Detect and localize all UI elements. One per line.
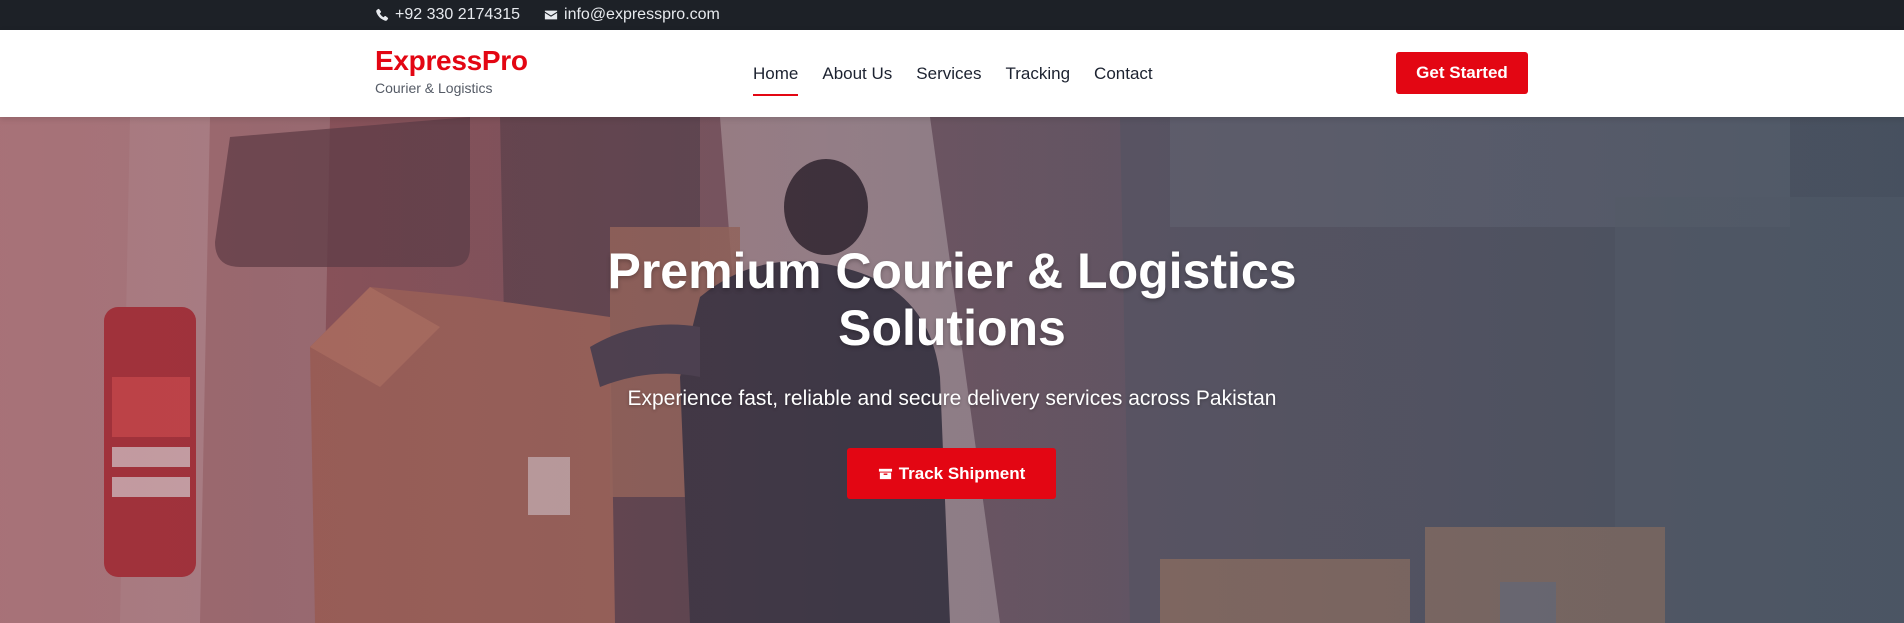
phone-number: +92 330 2174315: [395, 6, 521, 23]
hero-section: Premium Courier & Logistics Solutions Ex…: [0, 117, 1904, 623]
hero-title: Premium Courier & Logistics Solutions: [607, 243, 1297, 356]
hero-subtitle: Experience fast, reliable and secure del…: [627, 387, 1277, 410]
hero-content: Premium Courier & Logistics Solutions Ex…: [0, 117, 1904, 623]
phone-contact[interactable]: +92 330 2174315: [375, 6, 520, 24]
track-shipment-label: Track Shipment: [898, 463, 1026, 483]
phone-icon: [376, 8, 389, 21]
envelope-icon: [544, 10, 558, 20]
nav-contact[interactable]: Contact: [1094, 58, 1153, 90]
brand-logo[interactable]: ExpressPro Courier & Logistics: [375, 44, 528, 96]
nav-home[interactable]: Home: [753, 58, 799, 96]
brand-name: ExpressPro: [375, 45, 528, 76]
nav-services[interactable]: Services: [916, 58, 981, 90]
box-icon: [878, 468, 892, 480]
site-header: ExpressPro Courier & Logistics Home Abou…: [0, 30, 1904, 117]
main-nav: Home About Us Services Tracking Contact: [753, 30, 1153, 117]
email-contact[interactable]: info@expresspro.com: [544, 6, 720, 24]
nav-tracking[interactable]: Tracking: [1005, 58, 1070, 90]
track-shipment-button[interactable]: Track Shipment: [847, 448, 1056, 499]
top-contact-bar: +92 330 2174315 info@expresspro.com: [0, 0, 1904, 30]
email-address: info@expresspro.com: [564, 6, 720, 23]
brand-tagline: Courier & Logistics: [375, 80, 493, 96]
get-started-button[interactable]: Get Started: [1396, 52, 1528, 94]
nav-about-us[interactable]: About Us: [822, 58, 892, 90]
